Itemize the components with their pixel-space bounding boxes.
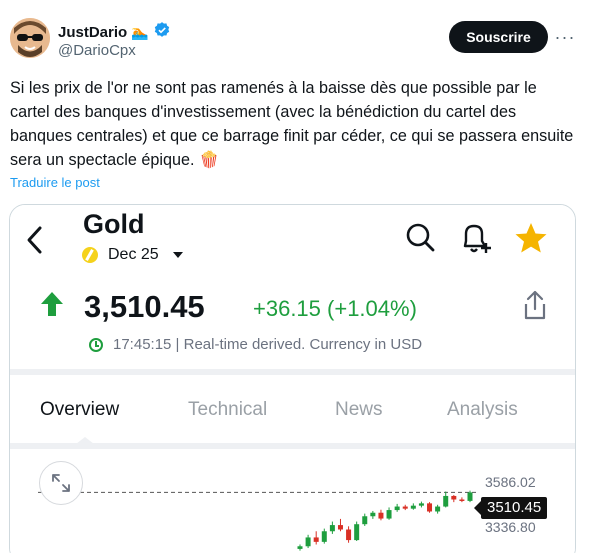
price-change: +36.15 (+1.04%) — [253, 296, 417, 321]
bell-plus-icon[interactable] — [459, 221, 493, 260]
quote-time-row: 17:45:15 | Real-time derived. Currency i… — [89, 336, 422, 353]
candle-body — [378, 512, 384, 519]
back-arrow-icon[interactable] — [22, 223, 48, 262]
candle — [378, 509, 384, 521]
candle-body — [337, 525, 343, 530]
search-icon[interactable] — [405, 221, 437, 260]
candle — [370, 510, 376, 519]
candle — [451, 495, 457, 503]
author-emoji: 🏊 — [131, 24, 149, 40]
y-tick-label: 3336.80 — [485, 519, 536, 535]
candle-body — [386, 510, 392, 519]
candle — [362, 513, 368, 526]
candle — [297, 544, 303, 551]
candle-body — [459, 499, 465, 501]
candle-body — [370, 512, 376, 517]
candle-body — [402, 506, 408, 509]
author-avatar[interactable] — [10, 18, 50, 58]
candle — [394, 503, 400, 512]
arrow-up-icon — [40, 291, 64, 322]
tweet-text: Si les prix de l'or ne sont pas ramenés … — [10, 79, 574, 169]
subscribe-button[interactable]: Souscrire — [449, 21, 548, 53]
candle-body — [410, 505, 416, 509]
contract-selector[interactable]: Dec 25 — [82, 246, 183, 264]
author-name-row: JustDario 🏊 — [58, 21, 171, 44]
tab-technical[interactable]: Technical — [188, 399, 267, 421]
y-tick-label: 3586.02 — [485, 474, 536, 490]
candle — [443, 491, 449, 508]
share-icon[interactable] — [521, 289, 549, 326]
app-body: 3,510.45 +36.15 (+1.04%) 17:45:15 | Real… — [10, 271, 575, 553]
candle-body — [305, 537, 311, 547]
expand-icon[interactable] — [39, 461, 83, 505]
candle — [321, 528, 327, 544]
candle-body — [435, 506, 441, 512]
candle-body — [451, 495, 457, 500]
candle-body — [467, 492, 473, 501]
candle-body — [427, 503, 433, 512]
candle — [313, 531, 319, 545]
candle-body — [346, 529, 352, 541]
more-options-icon[interactable]: ··· — [554, 26, 576, 48]
candle — [337, 518, 343, 532]
price-panel: 3,510.45 +36.15 (+1.04%) 17:45:15 | Real… — [10, 271, 575, 369]
tab-bar: Overview Technical News Analysis — [10, 375, 575, 444]
active-tab-indicator — [76, 437, 94, 444]
candle-body — [418, 503, 424, 506]
candle — [402, 504, 408, 511]
tweet-media-image[interactable]: Gold Dec 25 3,510.45 +36.15 (+1.04%) 17:… — [9, 204, 576, 553]
author-handle[interactable]: @DarioCpx — [58, 42, 136, 59]
candle-body — [321, 531, 327, 542]
candle — [410, 503, 416, 510]
last-price-tag: 3510.45 — [473, 497, 548, 519]
gold-coin-icon — [82, 247, 98, 263]
author-name[interactable]: JustDario — [58, 24, 127, 41]
candle — [418, 501, 424, 508]
quote-time-text: 17:45:15 | Real-time derived. Currency i… — [113, 336, 423, 353]
candle — [427, 502, 433, 513]
candle — [354, 521, 360, 541]
candle — [329, 521, 335, 534]
last-price: 3,510.45 — [84, 289, 205, 324]
candle — [346, 526, 352, 543]
candle-body — [297, 546, 303, 549]
clock-icon — [89, 337, 103, 352]
candle-body — [443, 495, 449, 507]
candle-body — [354, 524, 360, 541]
candle-body — [313, 537, 319, 542]
candle — [386, 507, 392, 520]
instrument-title: Gold — [83, 209, 145, 239]
candle — [435, 504, 441, 514]
translate-post-link[interactable]: Traduire le post — [10, 175, 100, 190]
tab-news[interactable]: News — [335, 399, 383, 421]
avatar-image — [10, 18, 50, 58]
candle — [459, 497, 465, 503]
app-header: Gold Dec 25 — [10, 205, 575, 271]
candle-body — [362, 516, 368, 525]
candle — [305, 534, 311, 549]
tab-overview[interactable]: Overview — [40, 399, 119, 421]
candle-body — [394, 506, 400, 511]
price-chart[interactable]: 3586.02 3336.80 3510.45 — [10, 449, 575, 553]
verified-badge-icon — [153, 21, 171, 44]
candle-body — [329, 525, 335, 532]
chevron-down-icon — [172, 252, 183, 258]
contract-label: Dec 25 — [108, 246, 159, 263]
star-icon[interactable] — [513, 221, 549, 260]
tab-analysis[interactable]: Analysis — [447, 399, 518, 421]
